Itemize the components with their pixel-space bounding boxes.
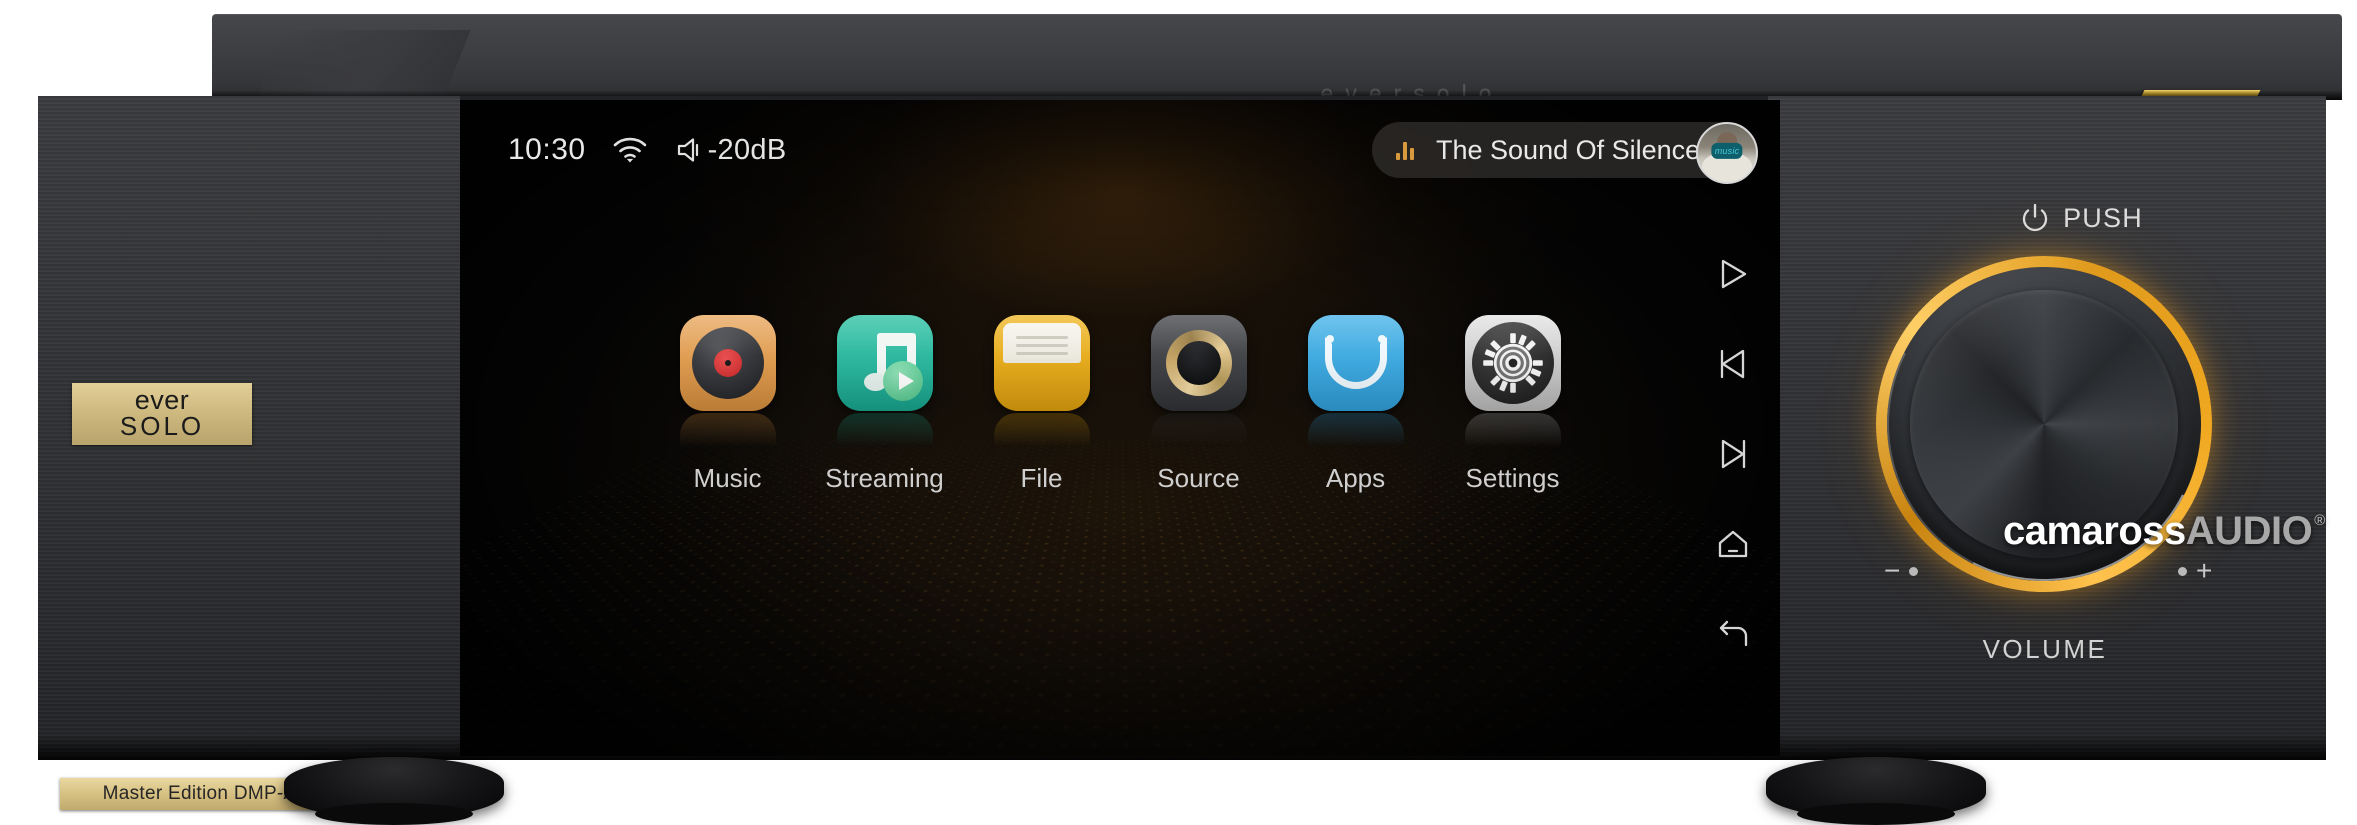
now-playing-pill[interactable]: The Sound Of Silence: [1372, 122, 1752, 178]
app-tile-file[interactable]: File: [987, 315, 1097, 494]
navigation-rail: [1700, 250, 1766, 658]
watermark-audio: AUDIO: [2185, 509, 2313, 553]
chassis-foot-left: [284, 757, 504, 825]
app-tile-source[interactable]: Source: [1144, 315, 1254, 494]
watermark-registered: ®: [2314, 512, 2325, 529]
logo-text-ever: ever: [134, 384, 190, 415]
volume-level-text: -20dB: [707, 133, 787, 166]
minus-sign: −: [1884, 555, 1901, 586]
volume-minus-marker: −: [1884, 555, 1919, 586]
chassis-top-panel: eversolo: [212, 14, 2342, 116]
now-playing-title: The Sound Of Silence: [1436, 134, 1701, 165]
app-tile-settings[interactable]: Settings: [1458, 315, 1568, 494]
next-track-icon[interactable]: [1709, 430, 1757, 478]
power-icon: [2022, 203, 2048, 232]
equalizer-bars-icon: [1396, 140, 1414, 160]
folder-document-icon: [993, 315, 1090, 411]
app-label-music: Music: [693, 463, 762, 493]
watermark-camaross: camaross: [2003, 509, 2186, 553]
volume-status[interactable]: -20dB: [674, 134, 787, 167]
avatar-music-badge: music: [1711, 142, 1743, 159]
vinyl-record-icon: [679, 315, 776, 411]
home-icon[interactable]: [1709, 520, 1757, 568]
app-icon-reflection: [1307, 413, 1404, 447]
status-bar: 10:30 -20dB The Sound Of Silence: [460, 100, 1780, 200]
app-icon-reflection: [1464, 413, 1561, 447]
gear-icon: [1464, 315, 1561, 411]
music-note-play-icon: [836, 315, 933, 411]
volume-plus-marker: +: [2178, 557, 2212, 585]
push-label: PUSH: [2063, 202, 2143, 233]
app-icon-reflection: [836, 413, 933, 447]
album-art-avatar[interactable]: music: [1696, 122, 1758, 184]
shopping-bag-icon: [1307, 315, 1404, 411]
app-grid: Music Streaming File Source Apps Setting…: [460, 315, 1780, 494]
back-icon[interactable]: [1709, 610, 1757, 658]
app-label-streaming: Streaming: [825, 463, 944, 493]
camaross-audio-watermark: camaross AUDIO ®: [2003, 511, 2325, 551]
device-display[interactable]: 10:30 -20dB The Sound Of Silence music M…: [460, 100, 1780, 756]
plus-dot: [2178, 566, 2187, 576]
previous-track-icon[interactable]: [1709, 340, 1757, 388]
app-tile-music[interactable]: Music: [673, 315, 783, 494]
power-push-row[interactable]: PUSH: [1952, 200, 2212, 236]
input-jack-icon: [1150, 315, 1247, 411]
app-tile-apps[interactable]: Apps: [1301, 315, 1411, 494]
speaker-icon: [677, 138, 698, 162]
logo-text-solo: SOLO: [119, 411, 205, 442]
chassis-foot-right: [1766, 757, 1986, 825]
minus-dot: [1909, 566, 1919, 576]
status-clock: 10:30: [508, 133, 586, 166]
app-label-settings: Settings: [1465, 463, 1560, 493]
app-tile-streaming[interactable]: Streaming: [825, 315, 944, 494]
app-label-apps: Apps: [1325, 463, 1386, 493]
device-photo: eversolo ever SOLO Master Edition DMP-A6…: [0, 0, 2357, 825]
app-icon-reflection: [679, 413, 776, 447]
app-label-file: File: [1020, 463, 1063, 493]
model-badge-label: Master Edition DMP-A6: [102, 783, 308, 804]
play-icon[interactable]: [1709, 250, 1757, 298]
volume-label: VOLUME: [1982, 634, 2108, 664]
eversolo-logo-plate: ever SOLO: [72, 383, 252, 445]
app-icon-reflection: [993, 413, 1090, 447]
app-icon-reflection: [1150, 413, 1247, 447]
app-label-source: Source: [1157, 463, 1240, 493]
wifi-icon[interactable]: [612, 135, 648, 165]
plus-sign: +: [2196, 555, 2213, 586]
